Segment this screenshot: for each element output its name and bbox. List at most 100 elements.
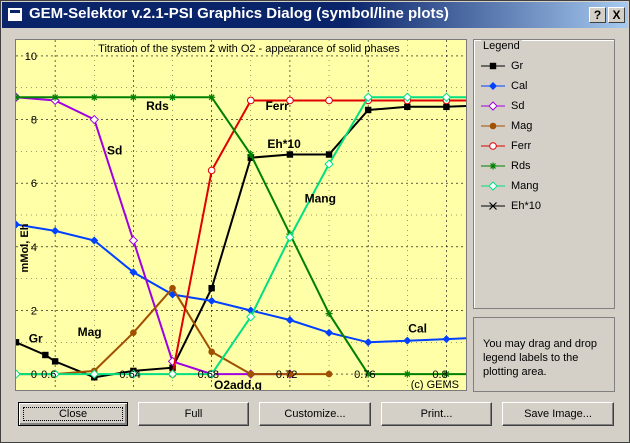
app-icon bbox=[7, 7, 23, 22]
help-button[interactable]: ? bbox=[589, 7, 606, 23]
line-chart: Titration of the system 2 with O2 - appe… bbox=[16, 40, 466, 390]
annotation-label: Ferr bbox=[265, 99, 289, 113]
print-button[interactable]: Print... bbox=[381, 402, 492, 426]
customize-button[interactable]: Customize... bbox=[259, 402, 371, 426]
legend-title: Legend bbox=[481, 40, 522, 52]
x-tick-label: 0.64 bbox=[119, 369, 140, 381]
annotation-label: Rds bbox=[146, 99, 169, 113]
data-point-gr bbox=[42, 351, 49, 359]
legend-list: Gr Cal Sd Mag Ferr Rds Mang Eh*10 bbox=[479, 57, 609, 217]
close-window-button[interactable]: X bbox=[608, 7, 625, 23]
data-point-gr bbox=[286, 151, 294, 158]
info-panel: You may drag and drop legend labels to t… bbox=[473, 317, 615, 392]
legend-label: Mang bbox=[511, 180, 539, 192]
data-point-cal bbox=[403, 336, 412, 345]
data-point-gr bbox=[443, 103, 450, 111]
save-image-button[interactable]: Save Image... bbox=[502, 402, 614, 426]
legend-item[interactable]: Sd bbox=[479, 97, 609, 117]
legend-label: Gr bbox=[511, 60, 524, 72]
data-point-ferr bbox=[325, 96, 333, 105]
data-point-rds bbox=[403, 370, 411, 378]
data-point-gr bbox=[404, 103, 411, 111]
legend-item[interactable]: Cal bbox=[479, 77, 609, 97]
title-bar[interactable]: GEM-Selektor v.2.1-PSI Graphics Dialog (… bbox=[2, 2, 628, 28]
annotation-label: Gr bbox=[29, 331, 43, 345]
legend-label: Ferr bbox=[511, 140, 532, 152]
legend-item[interactable]: Rds bbox=[479, 157, 609, 177]
data-point-gr bbox=[325, 151, 333, 158]
save-image-button-label: Save Image... bbox=[524, 408, 592, 420]
legend-label: Sd bbox=[511, 100, 525, 112]
data-point-rds bbox=[208, 93, 216, 101]
legend-label: Eh*10 bbox=[511, 200, 541, 212]
data-point-ferr bbox=[246, 96, 255, 105]
data-point-mag bbox=[130, 329, 137, 337]
legend-label: Cal bbox=[511, 80, 528, 92]
customize-button-label: Customize... bbox=[284, 408, 346, 420]
y-tick-label: 6 bbox=[31, 178, 37, 190]
legend-item[interactable]: Mag bbox=[479, 117, 609, 137]
data-point-mang bbox=[16, 369, 21, 379]
legend-panel: Legend Gr Cal Sd Mag Ferr Rds Mang Eh*10 bbox=[473, 39, 615, 309]
annotation-label: Mag bbox=[78, 325, 102, 339]
data-point-cal bbox=[207, 296, 216, 305]
legend-label: Mag bbox=[511, 120, 533, 132]
annotation-label: Sd bbox=[107, 144, 122, 158]
legend-marker bbox=[489, 82, 497, 90]
data-point-rds bbox=[169, 93, 177, 101]
legend-symbol bbox=[481, 101, 505, 111]
chart-title: Titration of the system 2 with O2 - appe… bbox=[98, 43, 400, 55]
legend-symbol bbox=[481, 181, 505, 191]
x-tick-label: 0.76 bbox=[354, 369, 375, 381]
legend-item[interactable]: Ferr bbox=[479, 137, 609, 157]
legend-symbol bbox=[481, 62, 505, 70]
full-button-label: Full bbox=[184, 408, 203, 420]
legend-item[interactable]: Gr bbox=[479, 57, 609, 77]
legend-marker bbox=[488, 101, 498, 111]
legend-symbol bbox=[481, 202, 505, 210]
data-point-mag bbox=[247, 370, 255, 378]
data-point-mag bbox=[208, 348, 215, 356]
legend-marker bbox=[489, 162, 497, 170]
full-button[interactable]: Full bbox=[138, 402, 249, 426]
data-point-cal bbox=[442, 335, 451, 344]
series-sd bbox=[16, 92, 295, 379]
data-point-rds bbox=[325, 310, 333, 318]
legend-marker bbox=[489, 62, 497, 70]
legend-marker bbox=[488, 181, 498, 191]
annotation-label: Cal bbox=[408, 322, 427, 336]
data-point-cal bbox=[364, 338, 373, 347]
plot-area[interactable]: Titration of the system 2 with O2 - appe… bbox=[15, 39, 467, 391]
data-point-rds bbox=[51, 93, 59, 101]
annotation-label: Eh*10 bbox=[267, 137, 301, 151]
series-line-sd bbox=[16, 96, 290, 376]
focus-rect bbox=[23, 407, 123, 421]
data-point-cal bbox=[325, 328, 334, 337]
y-tick-label: 8 bbox=[31, 115, 37, 127]
legend-label: Rds bbox=[511, 160, 531, 172]
annotation-label: Mang bbox=[305, 191, 336, 205]
legend-symbol bbox=[481, 142, 505, 150]
data-point-gr bbox=[51, 358, 59, 365]
data-point-mang bbox=[167, 369, 178, 379]
y-axis-label: mMol, Eh bbox=[19, 223, 31, 272]
data-point-cal bbox=[285, 316, 294, 324]
data-point-gr bbox=[16, 339, 20, 346]
close-button[interactable]: Close bbox=[18, 402, 128, 426]
data-point-rds bbox=[247, 151, 255, 159]
x-tick-label: 0.6 bbox=[41, 369, 56, 381]
data-point-mang bbox=[324, 159, 334, 169]
legend-item[interactable]: Eh*10 bbox=[479, 197, 609, 217]
legend-symbol bbox=[481, 82, 505, 90]
y-tick-label: 2 bbox=[31, 305, 37, 317]
print-button-label: Print... bbox=[420, 408, 453, 420]
data-point-sd bbox=[89, 114, 99, 125]
info-text: You may drag and drop legend labels to t… bbox=[483, 338, 597, 378]
data-point-mag bbox=[169, 284, 176, 292]
data-point-gr bbox=[208, 284, 215, 292]
legend-item[interactable]: Mang bbox=[479, 177, 609, 197]
window-title: GEM-Selektor v.2.1-PSI Graphics Dialog (… bbox=[29, 5, 449, 22]
credit-label: (c) GEMS bbox=[411, 379, 459, 390]
data-point-rds bbox=[16, 93, 20, 101]
x-axis-label: O2add,g bbox=[214, 378, 262, 390]
